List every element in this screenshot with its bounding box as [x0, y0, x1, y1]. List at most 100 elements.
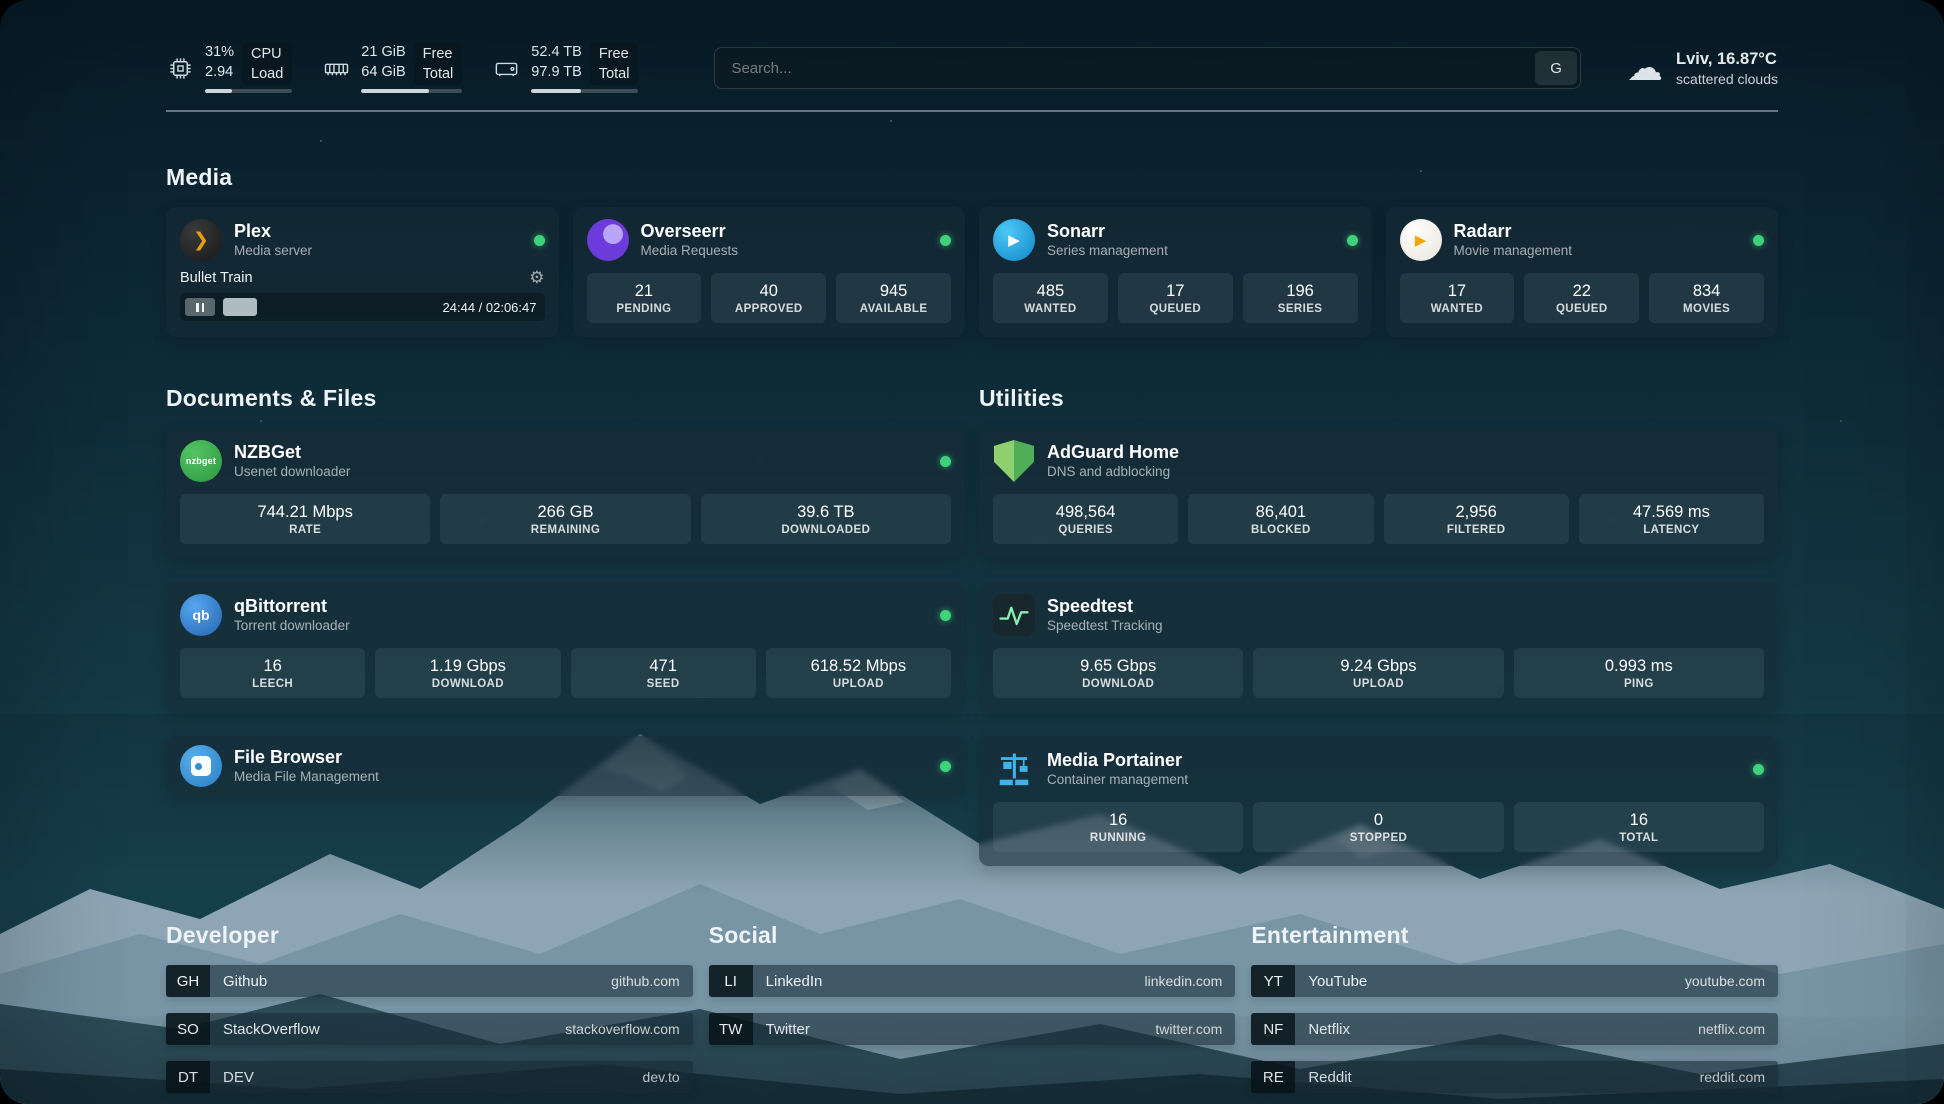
stat-value: 9.65 Gbps — [1080, 657, 1156, 676]
stat-value: 16 — [263, 657, 281, 676]
stat-value: 22 — [1573, 282, 1591, 301]
bookmark-abbr: RE — [1251, 1061, 1295, 1093]
radarr-status-dot — [1753, 235, 1764, 246]
stat-value: 834 — [1693, 282, 1721, 301]
stat-tile: 471 SEED — [571, 648, 756, 698]
disk-total-value: 97.9 TB — [531, 63, 582, 81]
stat-tile: 744.21 Mbps RATE — [180, 494, 430, 544]
stat-tile: 39.6 TB DOWNLOADED — [701, 494, 951, 544]
speedtest-card[interactable]: Speedtest Speedtest Tracking 9.65 Gbps D… — [979, 582, 1778, 712]
qbittorrent-subtitle: Torrent downloader — [234, 618, 350, 633]
plex-player-bar: 24:44 / 02:06:47 — [180, 293, 545, 321]
stat-label: UPLOAD — [1353, 678, 1404, 690]
top-bar: 31% 2.94 CPU Load — [166, 26, 1778, 112]
bookmark-twitter[interactable]: TW Twitter twitter.com — [709, 1013, 1236, 1045]
bookmark-name: DEV — [223, 1069, 254, 1086]
settings-gear-icon[interactable]: ⚙ — [529, 269, 544, 286]
sonarr-status-dot — [1347, 235, 1358, 246]
ram-usage-bar — [361, 89, 462, 93]
bookmark-dev[interactable]: DT DEV dev.to — [166, 1061, 693, 1093]
stat-value: 39.6 TB — [797, 503, 854, 522]
section-entertainment: Entertainment YT YouTube youtube.com NF … — [1251, 922, 1778, 1093]
weather-location: Lviv, 16.87°C — [1676, 50, 1778, 69]
stat-label: LATENCY — [1643, 524, 1699, 536]
pause-button[interactable] — [185, 298, 215, 316]
bookmark-netflix[interactable]: NF Netflix netflix.com — [1251, 1013, 1778, 1045]
bookmark-url: netflix.com — [1698, 1021, 1765, 1037]
stat-tile: 834 MOVIES — [1649, 273, 1764, 323]
playback-time: 24:44 / 02:06:47 — [443, 300, 537, 315]
weather-widget[interactable]: ☁ Lviv, 16.87°C scattered clouds — [1627, 50, 1778, 87]
bookmark-github[interactable]: GH Github github.com — [166, 965, 693, 997]
stat-tile: 1.19 Gbps DOWNLOAD — [375, 648, 560, 698]
radarr-subtitle: Movie management — [1454, 243, 1573, 258]
filebrowser-status-dot — [940, 761, 951, 772]
bookmark-abbr: NF — [1251, 1013, 1295, 1045]
cpu-icon — [166, 54, 194, 82]
stat-tile: 40 APPROVED — [711, 273, 826, 323]
cpu-label-2: Load — [251, 65, 283, 83]
playback-progress-bar[interactable] — [223, 298, 435, 316]
stat-tile: 17 QUEUED — [1118, 273, 1233, 323]
stat-value: 21 — [635, 282, 653, 301]
stat-label: STOPPED — [1350, 832, 1408, 844]
stat-label: DOWNLOAD — [432, 678, 504, 690]
search-input[interactable] — [714, 47, 1581, 89]
bookmark-linkedin[interactable]: LI LinkedIn linkedin.com — [709, 965, 1236, 997]
overseerr-icon — [587, 219, 629, 261]
stat-label: LEECH — [252, 678, 293, 690]
cpu-usage-bar — [205, 89, 292, 93]
sonarr-card[interactable]: ▶ Sonarr Series management 485 WANTED — [979, 207, 1372, 337]
stat-label: RATE — [289, 524, 321, 536]
stat-label: DOWNLOADED — [781, 524, 870, 536]
bookmark-abbr: GH — [166, 965, 210, 997]
adguard-card[interactable]: AdGuard Home DNS and adblocking 498,564 … — [979, 428, 1778, 558]
portainer-name: Media Portainer — [1047, 751, 1188, 771]
disk-free-value: 52.4 TB — [531, 43, 582, 61]
bookmark-reddit[interactable]: RE Reddit reddit.com — [1251, 1061, 1778, 1093]
bookmark-abbr: LI — [709, 965, 753, 997]
overseerr-card[interactable]: Overseerr Media Requests 21 PENDING 40 A… — [573, 207, 966, 337]
speedtest-name: Speedtest — [1047, 597, 1163, 617]
ram-widget: 21 GiB 64 GiB Free Total — [322, 43, 462, 92]
stat-tile: 47.569 ms LATENCY — [1579, 494, 1764, 544]
entertainment-section-title: Entertainment — [1251, 922, 1778, 949]
qbittorrent-status-dot — [940, 610, 951, 621]
stat-tile: 9.65 Gbps DOWNLOAD — [993, 648, 1243, 698]
stat-label: TOTAL — [1619, 832, 1658, 844]
plex-card[interactable]: ❯ Plex Media server Bullet Train ⚙ — [166, 207, 559, 337]
bookmark-name: Reddit — [1308, 1069, 1351, 1086]
stat-value: 266 GB — [538, 503, 594, 522]
section-utilities: Utilities AdGuard Home DNS and adblockin… — [979, 385, 1778, 866]
filebrowser-name: File Browser — [234, 748, 379, 768]
ram-label-1: Free — [423, 45, 454, 63]
bookmark-url: youtube.com — [1685, 973, 1765, 989]
stat-tile: 196 SERIES — [1243, 273, 1358, 323]
section-developer: Developer GH Github github.com SO StackO… — [166, 922, 693, 1093]
nzbget-card[interactable]: nzbget NZBGet Usenet downloader 744.21 M… — [166, 428, 965, 558]
adguard-name: AdGuard Home — [1047, 443, 1179, 463]
bookmark-stackoverflow[interactable]: SO StackOverflow stackoverflow.com — [166, 1013, 693, 1045]
stat-value: 498,564 — [1056, 503, 1116, 522]
disk-icon — [492, 54, 520, 82]
bookmark-name: Github — [223, 973, 267, 990]
stat-label: QUEUED — [1556, 303, 1608, 315]
qbittorrent-card[interactable]: qb qBittorrent Torrent downloader 16 LEE… — [166, 582, 965, 712]
utilities-section-title: Utilities — [979, 385, 1778, 412]
radarr-card[interactable]: ▶ Radarr Movie management 17 WANTED — [1386, 207, 1779, 337]
search-engine-button[interactable]: G — [1535, 51, 1577, 85]
dashboard-screen: 31% 2.94 CPU Load — [0, 0, 1944, 1104]
stat-tile: 86,401 BLOCKED — [1188, 494, 1373, 544]
speedtest-icon — [993, 594, 1035, 636]
stat-label: BLOCKED — [1251, 524, 1311, 536]
qbittorrent-icon: qb — [180, 594, 222, 636]
stat-tile: 2,956 FILTERED — [1384, 494, 1569, 544]
bookmark-youtube[interactable]: YT YouTube youtube.com — [1251, 965, 1778, 997]
filebrowser-card[interactable]: File Browser Media File Management — [166, 736, 965, 796]
search-bar: G — [714, 47, 1581, 89]
stat-value: 17 — [1448, 282, 1466, 301]
portainer-card[interactable]: Media Portainer Container management 16 … — [979, 736, 1778, 866]
stat-value: 2,956 — [1455, 503, 1496, 522]
nzbget-subtitle: Usenet downloader — [234, 464, 350, 479]
bookmark-name: Netflix — [1308, 1021, 1350, 1038]
